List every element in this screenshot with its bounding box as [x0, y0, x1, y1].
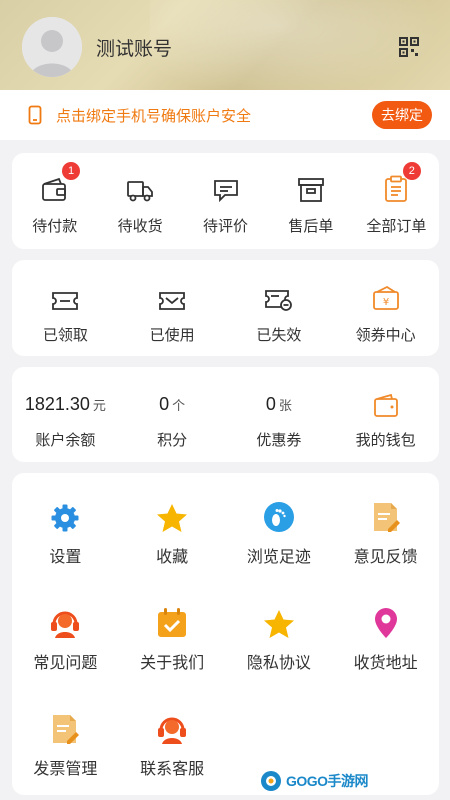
- tool-address[interactable]: 收货地址: [332, 603, 439, 673]
- tool-label: 隐私协议: [246, 655, 311, 672]
- order-pending-payment[interactable]: 1 待付款: [12, 162, 97, 236]
- asset-balance[interactable]: 1821.30 元 账户余额: [12, 389, 119, 450]
- coupon-expired[interactable]: 已失效: [226, 278, 333, 345]
- watermark: GOGO手游网: [260, 768, 369, 794]
- asset-unit: 张: [278, 398, 292, 413]
- truck-icon: [127, 181, 154, 202]
- tools-card: 设置 收藏 浏览足迹 意见反馈 常见问题 关于我们 隐私协议 收货地址 发票管理…: [12, 473, 439, 795]
- tool-about[interactable]: 关于我们: [119, 603, 226, 673]
- coupon-label: 领券中心: [355, 327, 416, 344]
- calendar-check-icon: [158, 608, 187, 637]
- headset-icon: [51, 611, 80, 638]
- tool-history[interactable]: 浏览足迹: [226, 497, 333, 567]
- footprint-icon: [263, 502, 294, 532]
- coupon-center-icon: ¥: [372, 285, 399, 310]
- coupon-label: 已领取: [42, 327, 88, 344]
- username[interactable]: 测试账号: [96, 34, 172, 61]
- ticket-icon: [52, 292, 79, 310]
- customer-service-icon: [158, 717, 187, 744]
- order-label: 待收货: [117, 218, 163, 235]
- qr-code-icon[interactable]: [398, 36, 420, 58]
- tool-settings[interactable]: 设置: [12, 497, 119, 567]
- coupons-card: 已领取 已使用 已失效 ¥ 领券中心: [12, 260, 439, 356]
- assets-card: 1821.30 元 账户余额 0个 积分 0张 优惠券 我的钱包: [12, 367, 439, 462]
- asset-points[interactable]: 0个 积分: [119, 389, 226, 450]
- tool-label: 发票管理: [33, 761, 98, 778]
- avatar[interactable]: [22, 17, 82, 77]
- asset-coupons[interactable]: 0张 优惠券: [226, 389, 333, 450]
- tool-favorites[interactable]: 收藏: [119, 497, 226, 567]
- ticket-check-icon: [159, 292, 186, 310]
- tool-label: 意见反馈: [353, 549, 418, 566]
- profile-header: 测试账号: [0, 0, 450, 90]
- tool-feedback[interactable]: 意见反馈: [332, 497, 439, 567]
- order-pending-receipt[interactable]: 待收货: [97, 169, 182, 236]
- bind-phone-button[interactable]: 去绑定: [372, 101, 432, 129]
- archive-box-icon: [298, 178, 324, 202]
- tool-label: 收藏: [156, 549, 189, 566]
- tool-invoice[interactable]: 发票管理: [12, 709, 119, 779]
- tool-label: 常见问题: [33, 655, 98, 672]
- location-pin-icon: [374, 608, 397, 638]
- asset-value: 0: [265, 394, 276, 414]
- wallet-icon: [373, 393, 398, 417]
- asset-label: 账户余额: [35, 432, 96, 449]
- order-badge: 1: [62, 162, 80, 180]
- asset-unit: 个: [172, 398, 186, 413]
- star-icon: [157, 504, 188, 532]
- tool-label: 设置: [49, 549, 82, 566]
- phone-icon: [28, 105, 42, 130]
- tool-faq[interactable]: 常见问题: [12, 603, 119, 673]
- tool-customer-service[interactable]: 联系客服: [119, 709, 226, 779]
- watermark-text: GOGO手游网: [286, 773, 369, 789]
- order-after-sales[interactable]: 售后单: [268, 169, 353, 236]
- coupon-center[interactable]: ¥ 领券中心: [332, 278, 439, 345]
- order-label: 全部订单: [366, 218, 427, 235]
- order-pending-review[interactable]: 2 待评价: [183, 162, 421, 236]
- asset-value: 1821.30: [24, 394, 90, 414]
- tool-label: 收货地址: [353, 655, 418, 672]
- order-label: 售后单: [288, 218, 334, 235]
- wallet-icon: [41, 177, 66, 201]
- order-label: 待付款: [32, 218, 78, 235]
- orders-card: 1 待付款 待收货 2 待评价 售后单 全部订单: [12, 153, 439, 249]
- order-label: 待评价: [203, 218, 249, 235]
- asset-label: 优惠券: [256, 432, 302, 449]
- asset-value: 0: [159, 394, 170, 414]
- coupon-received[interactable]: 已领取: [12, 278, 119, 345]
- bind-phone-tip: 点击绑定手机号确保账户安全: [56, 108, 252, 125]
- gogo-logo-icon: [261, 771, 281, 791]
- ticket-expired-icon: [264, 290, 292, 311]
- asset-wallet[interactable]: 我的钱包: [332, 389, 439, 450]
- asset-unit: 元: [92, 398, 106, 413]
- order-all[interactable]: 全部订单: [354, 169, 439, 236]
- asset-label: 积分: [157, 432, 188, 449]
- svg-text:¥: ¥: [382, 297, 388, 308]
- star-icon: [263, 610, 294, 638]
- tool-label: 关于我们: [140, 655, 205, 672]
- invoice-icon: [53, 715, 80, 744]
- coupon-used[interactable]: 已使用: [119, 278, 226, 345]
- tool-label: 浏览足迹: [246, 549, 311, 566]
- feedback-icon: [373, 503, 400, 532]
- coupon-label: 已失效: [256, 327, 302, 344]
- comment-icon: [213, 180, 238, 203]
- coupon-label: 已使用: [149, 327, 195, 344]
- tool-privacy[interactable]: 隐私协议: [226, 603, 333, 673]
- tool-label: 联系客服: [140, 761, 205, 778]
- gear-icon: [51, 504, 79, 532]
- clipboard-icon: [385, 175, 408, 202]
- asset-label: 我的钱包: [355, 432, 416, 449]
